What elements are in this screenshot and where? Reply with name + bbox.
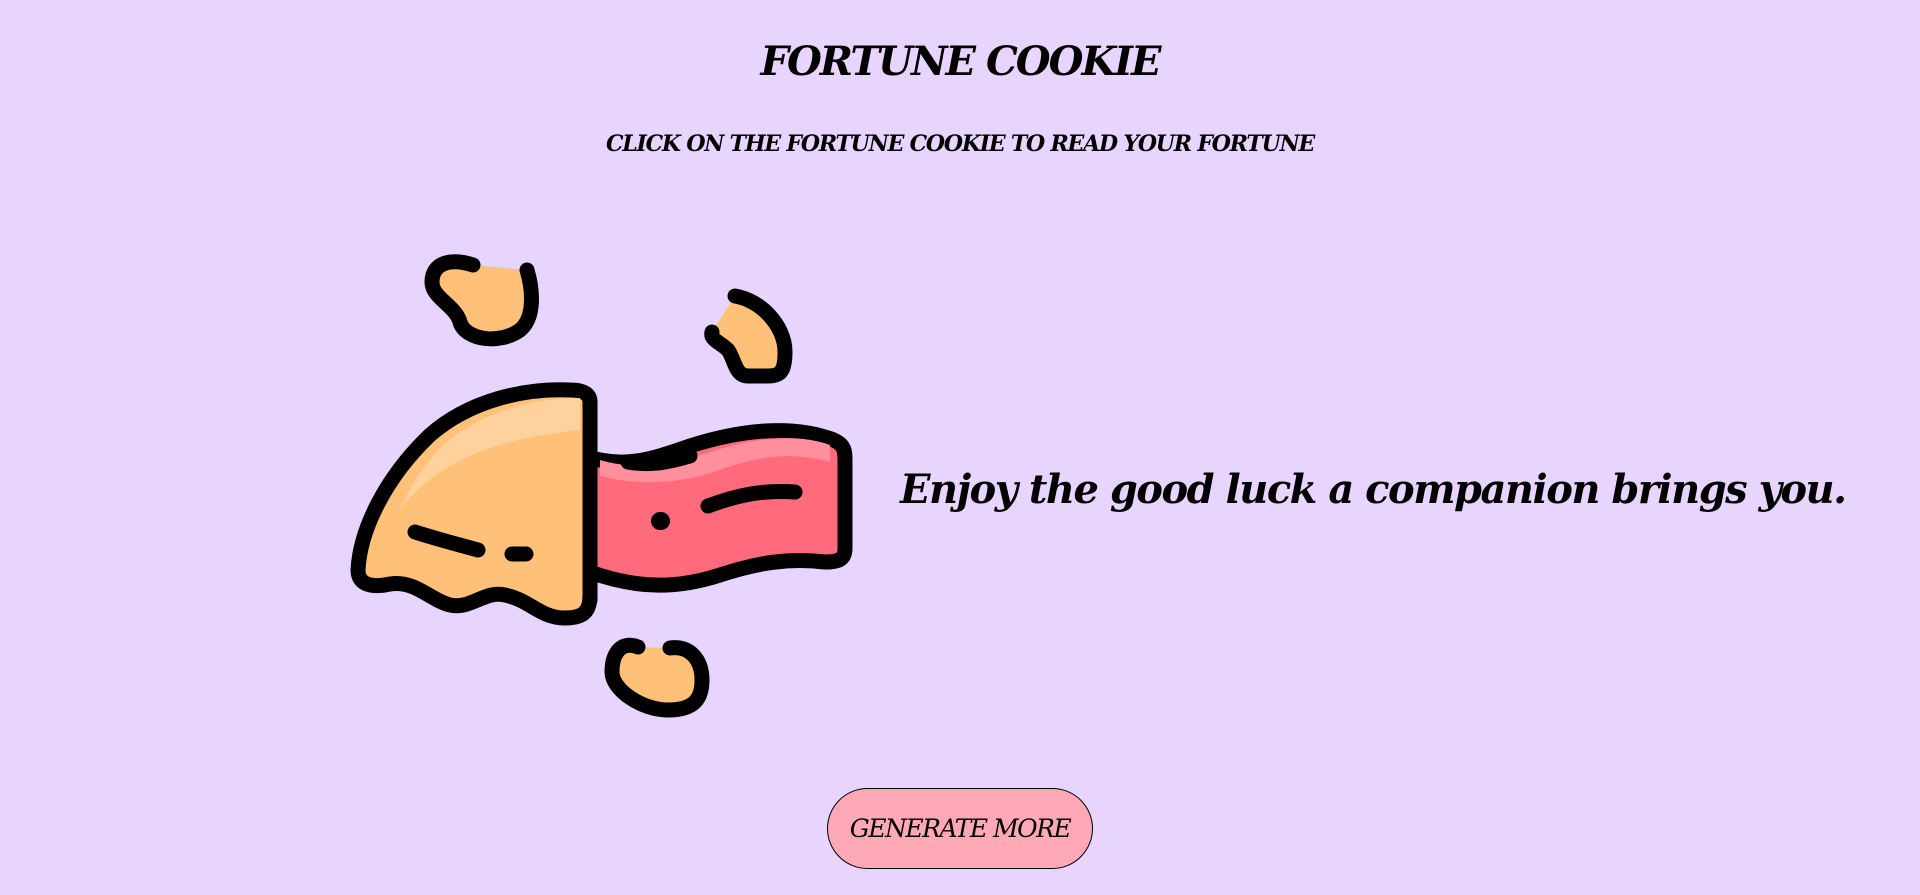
generate-more-button[interactable]: GENERATE MORE: [827, 788, 1093, 869]
fortune-cookie-icon: [350, 254, 853, 718]
crumb-top-middle: [704, 288, 793, 384]
crumb-bottom: [604, 637, 710, 718]
page-subtitle: CLICK ON THE FORTUNE COOKIE TO READ YOUR…: [605, 131, 1315, 157]
crumb-top-left: [424, 254, 539, 347]
fortune-cookie-button[interactable]: [340, 250, 860, 730]
fortune-text: Enjoy the good luck a companion brings y…: [900, 466, 1847, 513]
page-title: FORTUNE COOKIE: [760, 38, 1162, 85]
